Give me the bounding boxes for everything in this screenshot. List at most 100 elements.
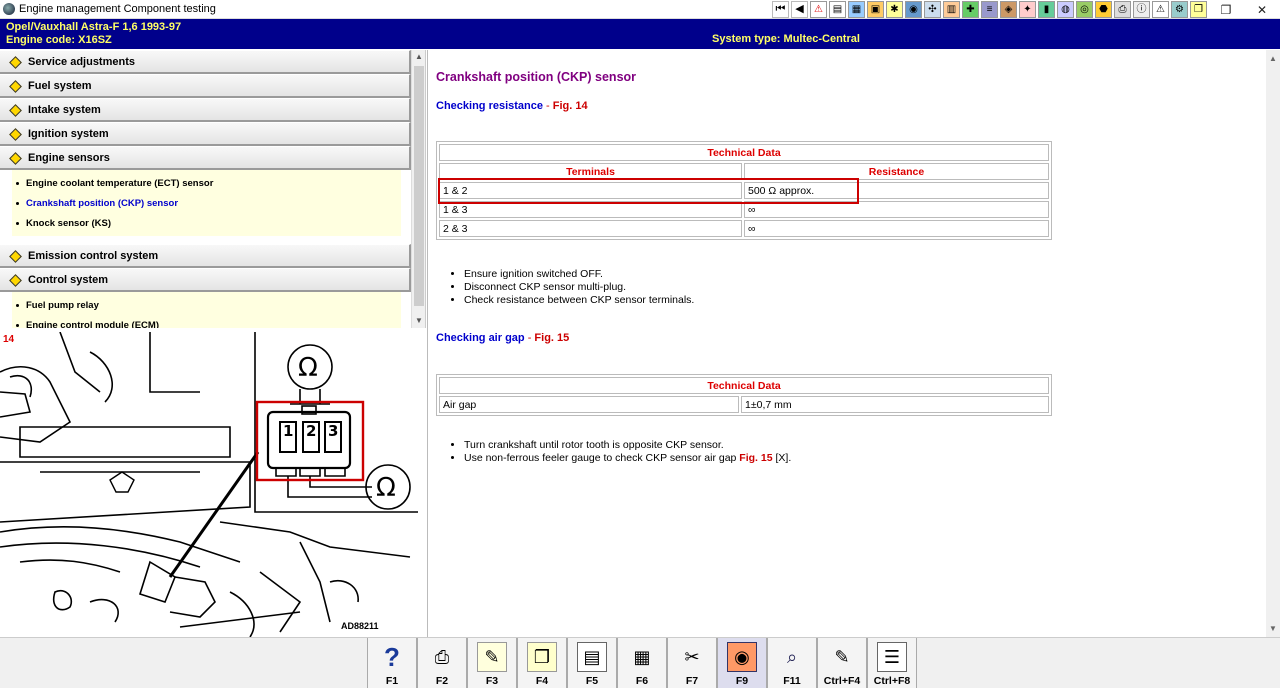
nav-item-fuel-pump-relay[interactable]: Fuel pump relay xyxy=(12,295,401,315)
fkey-label: F5 xyxy=(585,675,599,687)
spec-value-cell: 1±0,7 mm xyxy=(741,396,1049,413)
repair-icon[interactable]: ✦ xyxy=(1019,1,1036,18)
f7-bookmark-button[interactable]: ✂ F7 xyxy=(667,638,717,688)
toolbar: ⏮ ◀ ⚠ ▤ ▦ ▣ ✱ ◉ ✣ ▥ ✚ ≡ ◈ ✦ ▮ ◍ ◎ ⬣ ⎙ ⓘ … xyxy=(772,1,1207,19)
f4-notes-view-button[interactable]: ❐ F4 xyxy=(517,638,567,688)
help-icon: ? xyxy=(384,641,400,672)
document-icon: ▤ xyxy=(577,642,607,672)
pin-label-1: 1 xyxy=(283,422,293,440)
air-gap-steps: Turn crankshaft until rotor tooth is opp… xyxy=(464,439,791,465)
expand-icon xyxy=(9,250,22,263)
nav-category-label: Fuel system xyxy=(28,79,92,92)
battery-icon[interactable]: ▮ xyxy=(1038,1,1055,18)
doc-icon[interactable]: ▤ xyxy=(829,1,846,18)
list-item-text: Use non-ferrous feeler gauge to check CK… xyxy=(464,452,740,464)
print-icon[interactable]: ⎙ xyxy=(1114,1,1131,18)
figure-code: AD88211 xyxy=(341,621,379,631)
tools-icon[interactable]: ✚ xyxy=(962,1,979,18)
f11-search-button[interactable]: ⌕ F11 xyxy=(767,638,817,688)
nav-category-control-system[interactable]: Control system xyxy=(0,268,411,292)
image-icon[interactable]: ▦ xyxy=(848,1,865,18)
collapse-icon xyxy=(9,152,22,165)
warning-icon[interactable]: ⚠ xyxy=(810,1,827,18)
scroll-up-icon[interactable]: ▲ xyxy=(1266,52,1280,66)
nav-category-engine-sensors[interactable]: Engine sensors xyxy=(0,146,411,170)
nav-item-ckp-sensor[interactable]: Crankshaft position (CKP) sensor xyxy=(12,193,401,213)
content-pane: Crankshaft position (CKP) sensor Checkin… xyxy=(427,50,1280,637)
bullet-icon xyxy=(16,303,19,307)
f5-document-button[interactable]: ▤ F5 xyxy=(567,638,617,688)
f9-sensor-location-button[interactable]: ◉ F9 xyxy=(717,638,767,688)
folder-icon[interactable]: ▣ xyxy=(867,1,884,18)
ctrl-f8-list-button[interactable]: ☰ Ctrl+F8 xyxy=(867,638,917,688)
fkey-label: F7 xyxy=(685,675,699,687)
figure-link[interactable]: Fig. 15 xyxy=(739,452,772,464)
ohm-symbol-top: Ω xyxy=(298,353,318,383)
info-icon[interactable]: ⓘ xyxy=(1133,1,1150,18)
copy-icon[interactable]: ❐ xyxy=(1190,1,1207,18)
fkey-label: F4 xyxy=(535,675,549,687)
nav-category-emission-control[interactable]: Emission control system xyxy=(0,244,411,268)
list-item: Disconnect CKP sensor multi-plug. xyxy=(464,281,694,294)
nav-item-knock-sensor[interactable]: Knock sensor (KS) xyxy=(12,213,401,233)
content-scrollbar[interactable]: ▲ ▼ xyxy=(1266,50,1280,637)
light-icon[interactable]: ⚠ xyxy=(1152,1,1169,18)
nav-category-label: Engine sensors xyxy=(28,151,110,164)
f2-print-button[interactable]: ⎙ F2 xyxy=(417,638,467,688)
prev-page-icon[interactable]: ◀ xyxy=(791,1,808,18)
fkey-label: F2 xyxy=(435,675,449,687)
figure-link[interactable]: Fig. 14 xyxy=(553,100,588,112)
fkey-label: F11 xyxy=(783,675,801,687)
nav-category-fuel-system[interactable]: Fuel system xyxy=(0,74,411,98)
settings-2-icon[interactable]: ⚙ xyxy=(1171,1,1188,18)
nav-item-ect-sensor[interactable]: Engine coolant temperature (ECT) sensor xyxy=(12,173,401,193)
gauge-icon[interactable]: ◉ xyxy=(905,1,922,18)
print-icon: ⎙ xyxy=(434,646,450,667)
nav-category-label: Ignition system xyxy=(28,127,109,140)
nav-category-intake-system[interactable]: Intake system xyxy=(0,98,411,122)
title-bar: Engine management Component testing ⏮ ◀ … xyxy=(0,0,1280,19)
car-icon[interactable]: ◈ xyxy=(1000,1,1017,18)
spacer xyxy=(0,236,411,244)
list-item: Check resistance between CKP sensor term… xyxy=(464,294,694,307)
nav-item-ecm[interactable]: Engine control module (ECM) xyxy=(12,315,401,328)
section-heading-text: Checking resistance xyxy=(436,100,543,112)
fkey-label: F3 xyxy=(485,675,499,687)
heading-separator: - xyxy=(524,332,535,344)
edit-notes-icon: ✎ xyxy=(834,646,850,667)
engine-icon[interactable]: ◍ xyxy=(1057,1,1074,18)
nav-category-ignition-system[interactable]: Ignition system xyxy=(0,122,411,146)
nav-category-label: Intake system xyxy=(28,103,101,116)
fuel-icon[interactable]: ⬣ xyxy=(1095,1,1112,18)
settings-icon[interactable]: ✱ xyxy=(886,1,903,18)
ckp-sensor-diagram: Ω Ω 1 2 3 xyxy=(0,332,418,637)
scroll-up-icon[interactable]: ▲ xyxy=(412,50,425,64)
scroll-down-icon[interactable]: ▼ xyxy=(412,314,425,328)
nav-category-label: Emission control system xyxy=(28,249,159,262)
first-page-icon[interactable]: ⏮ xyxy=(772,1,789,18)
nav-category-service-adjustments[interactable]: Service adjustments xyxy=(0,50,411,74)
ohm-symbol-bottom: Ω xyxy=(376,473,396,503)
f1-help-button[interactable]: ? F1 xyxy=(367,638,417,688)
restore-icon[interactable]: ❐ xyxy=(1208,0,1244,19)
bullet-icon xyxy=(16,221,19,225)
scroll-down-icon[interactable]: ▼ xyxy=(1266,622,1280,636)
nav-scrollbar[interactable]: ▲ ▼ xyxy=(411,50,425,328)
f3-notes-button[interactable]: ✎ F3 xyxy=(467,638,517,688)
chart-icon[interactable]: ▥ xyxy=(943,1,960,18)
ctrl-f4-edit-notes-button[interactable]: ✎ Ctrl+F4 xyxy=(817,638,867,688)
close-icon[interactable]: ✕ xyxy=(1244,0,1280,19)
nav-category-label: Control system xyxy=(28,273,109,286)
heading-separator: - xyxy=(543,100,553,112)
fkey-label: F9 xyxy=(735,675,749,687)
wiring-icon[interactable]: ≡ xyxy=(981,1,998,18)
scroll-thumb[interactable] xyxy=(414,66,424,306)
diagram-icon[interactable]: ✣ xyxy=(924,1,941,18)
figure-link[interactable]: Fig. 15 xyxy=(534,332,569,344)
section-heading-text: Checking air gap xyxy=(436,332,525,344)
f6-tables-button[interactable]: ▦ F6 xyxy=(617,638,667,688)
sensor-icon[interactable]: ◎ xyxy=(1076,1,1093,18)
notes-icon: ✎ xyxy=(477,642,507,672)
component-nav: Service adjustments Fuel system Intake s… xyxy=(0,50,426,328)
search-icon: ⌕ xyxy=(786,646,798,667)
